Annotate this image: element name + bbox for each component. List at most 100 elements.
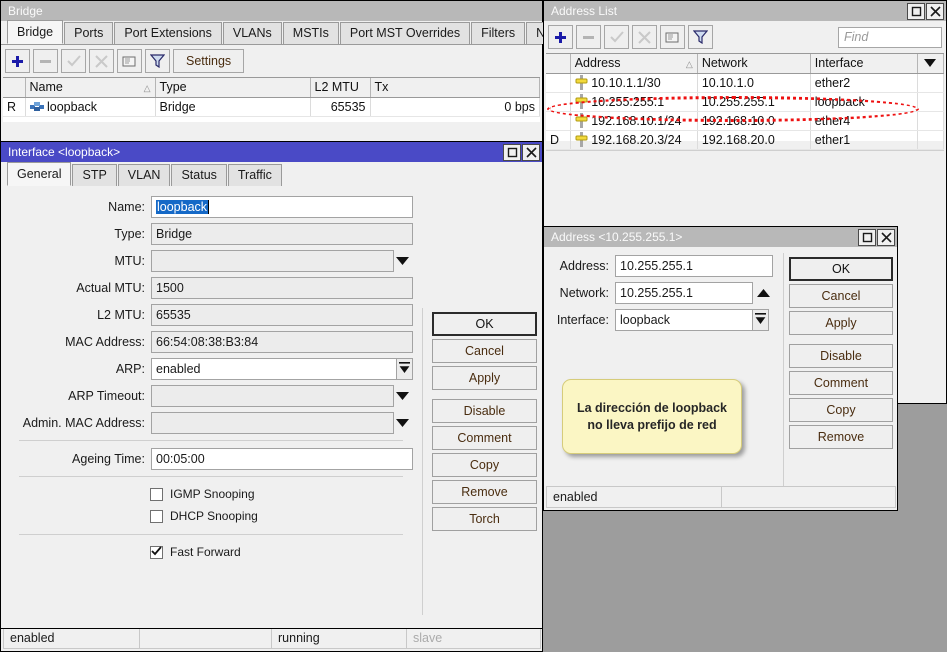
interface-dialog-titlebar[interactable]: Interface <loopback> [1,142,542,162]
col-name[interactable]: Name △ [25,78,155,97]
col-address[interactable]: Address △ [570,54,697,73]
admin-mac-input[interactable] [151,412,394,434]
tab-port-mst-overrides[interactable]: Port MST Overrides [340,22,470,44]
comment-button[interactable] [660,25,685,49]
address-list-titlebar[interactable]: Address List [544,1,946,21]
network-expand-button[interactable] [753,286,773,300]
interface-dropdown-button[interactable] [752,309,769,331]
field-type: Type: Bridge [5,222,417,246]
copy-button[interactable]: Copy [432,453,537,477]
arp-timeout-dropdown-button[interactable] [394,389,410,403]
col-type[interactable]: Type [155,78,310,97]
row-name-label: loopback [47,100,97,114]
arp-dropdown-button[interactable] [396,358,413,380]
remove-button[interactable]: Remove [789,425,893,449]
copy-button[interactable]: Copy [789,398,893,422]
close-button[interactable] [877,229,895,246]
apply-button[interactable]: Apply [789,311,893,335]
table-row[interactable]: D 192.168.20.3/24 192.168.20.0 ether1 [546,130,944,149]
chevron-down-icon [396,416,409,430]
remove-button[interactable] [33,49,58,73]
name-label: Name: [5,200,151,214]
dhcp-snooping-checkbox[interactable] [150,510,163,523]
row-address: 10.10.1.1/30 [570,73,697,92]
comment-button[interactable] [117,49,142,73]
mtu-dropdown-button[interactable] [394,254,410,268]
maximize-button[interactable] [858,229,876,246]
address-dialog-titlebar[interactable]: Address <10.255.255.1> [544,227,897,247]
search-input[interactable]: Find [838,27,942,48]
ageing-input[interactable]: 00:05:00 [151,448,413,470]
close-button[interactable] [522,144,540,161]
filter-button[interactable] [145,49,170,73]
disable-button[interactable]: Disable [432,399,537,423]
maximize-button[interactable] [907,3,925,20]
tab-traffic[interactable]: Traffic [228,164,282,186]
tab-vlans[interactable]: VLANs [223,22,282,44]
comment-button[interactable]: Comment [789,371,893,395]
maximize-button[interactable] [503,144,521,161]
table-row[interactable]: 192.168.10.1/24 192.168.10.0 ether4 [546,111,944,130]
address-input[interactable]: 10.255.255.1 [615,255,773,277]
col-flag[interactable] [546,54,570,73]
tab-general[interactable]: General [7,162,71,186]
col-network[interactable]: Network [697,54,810,73]
actual-mtu-value: 1500 [151,277,413,299]
remove-button[interactable] [576,25,601,49]
col-tx[interactable]: Tx [370,78,540,97]
name-value: loopback [156,200,208,214]
col-flag[interactable] [3,78,25,97]
checkbox-fast-forward[interactable]: Fast Forward [150,541,417,563]
add-button[interactable] [5,49,30,73]
name-input[interactable]: loopback [151,196,413,218]
cancel-button[interactable]: Cancel [432,339,537,363]
settings-button[interactable]: Settings [173,49,244,73]
admin-mac-dropdown-button[interactable] [394,416,410,430]
ok-button[interactable]: OK [789,257,893,281]
igmp-snooping-label: IGMP Snooping [170,487,255,501]
checkbox-dhcp-snooping[interactable]: DHCP Snooping [150,505,417,527]
disable-button[interactable] [632,25,657,49]
torch-button[interactable]: Torch [432,507,537,531]
apply-button[interactable]: Apply [432,366,537,390]
arp-value[interactable]: enabled [151,358,397,380]
tab-mstis[interactable]: MSTIs [283,22,339,44]
disable-button[interactable]: Disable [789,344,893,368]
tab-vlan[interactable]: VLAN [118,164,171,186]
tab-bridge-label: Bridge [17,25,53,39]
status-slave: slave [406,627,541,649]
tab-stp[interactable]: STP [72,164,116,186]
comment-button[interactable]: Comment [432,426,537,450]
ok-button[interactable]: OK [432,312,537,336]
close-button[interactable] [926,3,944,20]
network-input[interactable]: 10.255.255.1 [615,282,753,304]
col-interface[interactable]: Interface [810,54,917,73]
tab-ports[interactable]: Ports [64,22,113,44]
tab-status[interactable]: Status [171,164,226,186]
fast-forward-checkbox[interactable] [150,546,163,559]
address-icon [575,75,588,90]
mtu-input[interactable] [151,250,394,272]
col-l2mtu[interactable]: L2 MTU [310,78,370,97]
enable-button[interactable] [604,25,629,49]
add-button[interactable] [548,25,573,49]
arp-timeout-input[interactable] [151,385,394,407]
col-name-label: Name [30,80,63,94]
enable-button[interactable] [61,49,86,73]
bridge-window-titlebar[interactable]: Bridge [1,1,542,21]
tab-filters[interactable]: Filters [471,22,525,44]
col-menu[interactable] [917,54,943,73]
table-row[interactable]: R loopback Bridge 65535 0 bps [3,97,540,116]
cancel-button[interactable]: Cancel [789,284,893,308]
checkbox-igmp-snooping[interactable]: IGMP Snooping [150,483,417,505]
table-row[interactable]: 10.255.255.1 10.255.255.1 loopback [546,92,944,111]
interface-input[interactable]: loopback [615,309,753,331]
table-row[interactable]: 10.10.1.1/30 10.10.1.0 ether2 [546,73,944,92]
igmp-snooping-checkbox[interactable] [150,488,163,501]
remove-button[interactable]: Remove [432,480,537,504]
tab-port-extensions[interactable]: Port Extensions [114,22,222,44]
tab-filters-label: Filters [481,26,515,40]
filter-button[interactable] [688,25,713,49]
tab-bridge[interactable]: Bridge [7,20,63,44]
disable-button[interactable] [89,49,114,73]
